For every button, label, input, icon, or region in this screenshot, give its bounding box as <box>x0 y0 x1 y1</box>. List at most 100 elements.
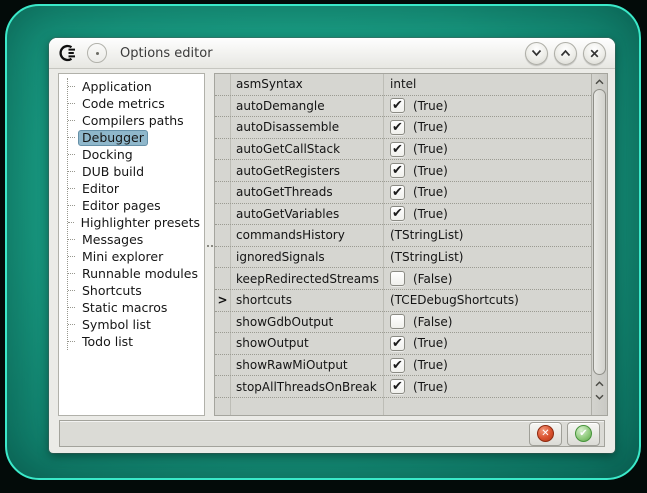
row-gutter <box>215 376 230 397</box>
sidebar-item[interactable]: Shortcuts <box>68 282 204 299</box>
property-value-text: (True) <box>413 336 448 350</box>
sidebar-item-label: Docking <box>78 147 137 163</box>
property-name: showGdbOutput <box>230 312 383 333</box>
tree-branch-line <box>68 137 75 138</box>
sidebar-item[interactable]: Editor pages <box>68 197 204 214</box>
property-row[interactable]: stopAllThreadsOnBreak ✔ (True) <box>215 376 591 398</box>
vertical-scrollbar[interactable] <box>591 74 607 415</box>
property-row[interactable]: autoGetThreads ✔(True) <box>215 182 591 204</box>
tree-branch-line <box>68 256 75 257</box>
sidebar-splitter[interactable] <box>206 73 214 416</box>
property-checkbox[interactable]: ✔ <box>390 163 405 178</box>
property-value: ✔ (True) <box>383 355 591 376</box>
sidebar-item[interactable]: Debugger <box>68 129 204 146</box>
accept-button[interactable]: ✔ <box>567 422 600 446</box>
property-checkbox[interactable]: ✔ <box>390 358 405 373</box>
sidebar-item[interactable]: Messages <box>68 231 204 248</box>
sidebar-item-label: DUB build <box>78 164 148 180</box>
sidebar-item-label: Code metrics <box>78 96 169 112</box>
window-menu-button[interactable] <box>87 43 107 63</box>
sidebar-item-label: Messages <box>78 232 147 248</box>
sidebar-item[interactable]: Static macros <box>68 299 204 316</box>
sidebar-item-label: Editor <box>78 181 123 197</box>
cancel-button[interactable]: ✕ <box>529 422 562 446</box>
scroll-up-button[interactable] <box>592 76 607 88</box>
app-logo-icon <box>58 44 80 62</box>
sidebar-item[interactable]: Docking <box>68 146 204 163</box>
sidebar-item[interactable]: Symbol list <box>68 316 204 333</box>
row-gutter <box>215 182 230 203</box>
property-name: stopAllThreadsOnBreak <box>230 376 383 397</box>
property-row[interactable]: showRawMiOutput ✔(True) <box>215 355 591 377</box>
titlebar: Options editor <box>49 38 615 69</box>
property-row[interactable]: autoGetVariables ✔(True) <box>215 204 591 226</box>
property-value-text: (False) <box>413 272 453 286</box>
property-value: ✔ (True) <box>383 96 591 117</box>
property-value: (False) <box>383 312 591 333</box>
sidebar-item[interactable]: Code metrics <box>68 95 204 112</box>
property-checkbox[interactable]: ✔ <box>390 336 405 351</box>
sidebar-item[interactable]: Todo list <box>68 333 204 350</box>
property-name: autoGetThreads <box>230 182 383 203</box>
tree-branch-line <box>68 341 75 342</box>
property-row[interactable]: showOutput ✔(True) <box>215 333 591 355</box>
property-checkbox[interactable]: ✔ <box>390 98 405 113</box>
property-value-text: (True) <box>413 99 448 113</box>
property-value-text: (TStringList) <box>390 228 463 242</box>
property-row[interactable]: showGdbOutput (False) <box>215 312 591 334</box>
row-gutter <box>215 160 230 181</box>
sidebar-item-label: Debugger <box>78 130 148 146</box>
property-row[interactable]: commandsHistory (TStringList) <box>215 225 591 247</box>
property-name: commandsHistory <box>230 225 383 246</box>
property-value: ✔ (True) <box>383 376 591 397</box>
property-row[interactable]: autoDisassemble ✔(True) <box>215 117 591 139</box>
sidebar-item-label: Static macros <box>78 300 171 316</box>
property-checkbox[interactable]: ✔ <box>390 120 405 135</box>
property-value: intel <box>383 74 591 95</box>
property-checkbox[interactable] <box>390 271 405 286</box>
scrollbar-thumb[interactable] <box>593 89 606 375</box>
sidebar-item[interactable]: Application <box>68 78 204 95</box>
sidebar-item[interactable]: Highlighter presets <box>68 214 204 231</box>
sidebar-item[interactable]: Editor <box>68 180 204 197</box>
sidebar-item[interactable]: Mini explorer <box>68 248 204 265</box>
property-value-text: (True) <box>413 380 448 394</box>
property-row[interactable]: autoDemangle ✔(True) <box>215 96 591 118</box>
property-value-text: (True) <box>413 358 448 372</box>
property-grid-rows: asmSyntax intel autoDemangle ✔(True) aut… <box>215 74 591 398</box>
property-value: (False) <box>383 268 591 289</box>
expand-arrow-icon[interactable]: > <box>215 290 230 311</box>
sidebar-item-label: Application <box>78 79 156 95</box>
shade-button[interactable] <box>525 42 548 65</box>
tree-branch-line <box>68 239 75 240</box>
property-checkbox[interactable]: ✔ <box>390 142 405 157</box>
close-button[interactable] <box>583 42 606 65</box>
row-gutter <box>215 74 230 95</box>
property-checkbox[interactable]: ✔ <box>390 206 405 221</box>
property-row[interactable]: autoGetRegisters ✔(True) <box>215 160 591 182</box>
sidebar-item-label: Todo list <box>78 334 137 350</box>
property-value: ✔(True) <box>383 117 591 138</box>
sidebar-item[interactable]: DUB build <box>68 163 204 180</box>
property-value: (TStringList) <box>383 225 591 246</box>
property-checkbox[interactable]: ✔ <box>390 379 405 394</box>
unshade-button[interactable] <box>554 42 577 65</box>
property-checkbox[interactable] <box>390 314 405 329</box>
sidebar-item[interactable]: Runnable modules <box>68 265 204 282</box>
splitter-grip-icon <box>207 245 209 247</box>
property-row[interactable]: > shortcuts (TCEDebugShortcuts) <box>215 290 591 312</box>
property-row[interactable]: autoGetCallStack ✔(True) <box>215 139 591 161</box>
sidebar-item[interactable]: Compilers paths <box>68 112 204 129</box>
property-row[interactable]: asmSyntax intel <box>215 74 591 96</box>
property-row[interactable]: ignoredSignals (TStringList) <box>215 247 591 269</box>
property-row[interactable]: keepRedirectedStreams (False) <box>215 268 591 290</box>
sidebar-item-label: Editor pages <box>78 198 165 214</box>
tree-branch-line <box>68 188 75 189</box>
scroll-down-button[interactable] <box>592 391 607 403</box>
desktop-background: Options editor Application <box>0 0 647 493</box>
property-name: ignoredSignals <box>230 247 383 268</box>
scroll-up-button-secondary[interactable] <box>592 378 607 390</box>
property-name: autoDisassemble <box>230 117 383 138</box>
property-checkbox[interactable]: ✔ <box>390 185 405 200</box>
row-gutter <box>215 333 230 354</box>
